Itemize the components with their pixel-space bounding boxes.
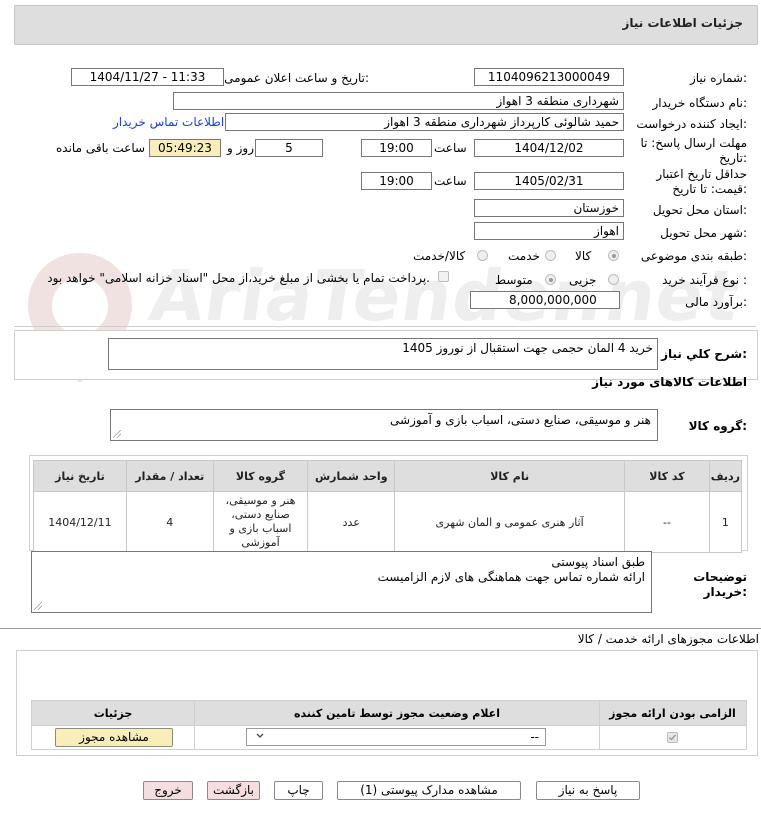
row-index: 1 [708, 491, 743, 553]
permit-status-value: -- [530, 730, 539, 744]
header-bar: جزئیات اطلاعات نیاز [14, 5, 758, 45]
goods-table: ردیف کد کالا نام کالا واحد شمارش گروه کا… [33, 460, 743, 553]
table-row[interactable]: 1 -- آثار هنری عمومی و المان شهری عدد هن… [33, 491, 743, 553]
treasury-payment-note: پرداخت تمام یا بخشی از مبلغ خرید،از محل … [47, 271, 430, 285]
category-radio-goods[interactable] [608, 250, 619, 261]
row-code: -- [624, 491, 710, 553]
purchase-radio-medium[interactable] [545, 274, 556, 285]
permits-section-title: اطلاعات مجوزهای ارائه خدمت / کالا [577, 632, 759, 646]
deadline-time-label: ساعت [434, 141, 467, 155]
goods-group-label: گروه کالا: [688, 419, 747, 433]
section-divider [14, 326, 756, 327]
creator-field[interactable]: حمید شالوئی کارپرداز شهرداری منطقه 3 اهو… [225, 113, 624, 131]
buyer-notes-line-2: ارائه شماره تماس جهت هماهنگی های لازم ال… [377, 570, 645, 584]
buyer-org-label: نام دستگاه خریدار: [652, 96, 748, 110]
reply-button[interactable]: پاسخ به نیاز [536, 781, 640, 800]
deadline-label: مهلت ارسال پاسخ: تا [640, 136, 747, 150]
print-button[interactable]: چاپ [274, 781, 323, 800]
col-date: تاریخ نیاز [33, 460, 127, 492]
description-label: شرح کلي نياز: [661, 347, 747, 361]
col-qty: تعداد / مقدار [125, 460, 214, 492]
resize-handle-icon[interactable] [113, 430, 121, 438]
permits-col-details: جزئیات [93, 707, 133, 720]
buyer-notes-field[interactable]: طبق اسناد پیوستی ارائه شماره تماس جهت هم… [31, 551, 652, 613]
resize-handle-icon[interactable] [34, 602, 42, 610]
permit-status-select[interactable]: -- [246, 728, 546, 746]
remaining-time-field: 05:49:23 [149, 139, 221, 157]
validity-date-field[interactable]: 1405/02/31 [474, 172, 624, 190]
days-field[interactable]: 5 [255, 139, 323, 157]
chevron-down-icon [255, 729, 265, 747]
view-attachments-button[interactable]: مشاهده مدارک پیوستی (1) [337, 781, 521, 800]
city-field[interactable]: اهواز [474, 222, 624, 240]
contact-info-link[interactable]: اطلاعات تماس خریدار [113, 115, 224, 129]
row-group: هنر و موسیقی، صنایع دستی، اسباب بازی و آ… [212, 491, 309, 553]
creator-label: ایجاد کننده درخواست: [636, 117, 747, 131]
validity-time-label: ساعت [434, 174, 467, 188]
description-field[interactable]: خرید 4 المان حجمی جهت استقبال از نوروز 1… [108, 338, 658, 370]
need-number-field[interactable]: 1104096213000049 [474, 68, 624, 86]
buyer-notes-line-1: طبق اسناد پیوستی [551, 555, 645, 569]
permits-divider [0, 628, 761, 629]
deadline-time-field[interactable]: 19:00 [361, 139, 432, 157]
purchase-radio-minor[interactable] [608, 274, 619, 285]
row-unit: عدد [307, 491, 396, 553]
permits-col-required: الزامی بودن ارائه مجوز [609, 707, 736, 720]
row-date: 1404/12/11 [33, 491, 127, 553]
purchase-option-minor: جزیی [569, 273, 597, 287]
validity-time-field[interactable]: 19:00 [361, 172, 432, 190]
category-option-service: خدمت [508, 249, 540, 263]
category-option-both: کالا/خدمت [413, 249, 466, 263]
col-group: گروه کالا [212, 460, 309, 492]
buyer-org-field[interactable]: شهرداری منطقه 3 اهواز [173, 92, 624, 110]
announce-label: تاریخ و ساعت اعلان عمومی: [224, 71, 369, 85]
validity-label-2: قیمت: تا تاریخ: [672, 182, 747, 196]
buyer-notes-label-2: خریدار: [703, 585, 747, 599]
estimate-label: برآورد مالی: [685, 295, 747, 309]
city-label: شهر محل تحویل: [660, 226, 747, 240]
remaining-label: ساعت باقی مانده [56, 141, 146, 155]
purchase-type-label: نوع فرآیند خرید : [662, 273, 747, 287]
deadline-date-field[interactable]: 1404/12/02 [474, 139, 624, 157]
treasury-payment-checkbox[interactable] [438, 271, 449, 282]
check-icon [669, 734, 677, 741]
category-option-goods: کالا [575, 249, 592, 263]
row-qty: 4 [125, 491, 214, 553]
col-unit: واحد شمارش [307, 460, 396, 492]
permits-col-status: اعلام وضعیت مجوز توسط تامین کننده [294, 707, 500, 720]
col-index: ردیف [708, 460, 743, 492]
col-name: نام کالا [394, 460, 626, 492]
page-title: جزئیات اطلاعات نیاز [622, 16, 743, 30]
exit-button[interactable]: خروج [143, 781, 193, 800]
estimate-field[interactable]: 8,000,000,000 [470, 291, 620, 309]
need-number-label: شماره نیاز: [689, 71, 747, 85]
view-permit-button[interactable]: مشاهده مجوز [55, 728, 173, 747]
row-divider [32, 725, 746, 726]
category-radio-service[interactable] [545, 250, 556, 261]
days-label: روز و [227, 141, 254, 155]
category-label: طبقه بندی موضوعی: [640, 249, 747, 263]
watermark-text: AriaTender.net [144, 255, 745, 337]
category-radio-both[interactable] [477, 250, 488, 261]
row-name: آثار هنری عمومی و المان شهری [394, 491, 626, 553]
announce-date-field[interactable]: 1404/11/27 - 11:33 [71, 68, 224, 86]
col-code: کد کالا [624, 460, 710, 492]
permits-table: الزامی بودن ارائه مجوز اعلام وضعیت مجوز … [31, 700, 747, 750]
permit-required-checkbox [667, 732, 678, 743]
buyer-notes-label: توضیحات [693, 570, 747, 584]
goods-group-field[interactable]: هنر و موسیقی، صنایع دستی، اسباب بازی و آ… [110, 409, 658, 441]
purchase-option-medium: متوسط [495, 273, 533, 287]
goods-group-value: هنر و موسیقی، صنایع دستی، اسباب بازی و آ… [390, 413, 651, 427]
goods-section-title: اطلاعات کالاهای مورد نیاز [592, 375, 747, 389]
back-button[interactable]: بازگشت [207, 781, 260, 800]
validity-label: حداقل تاریخ اعتبار [656, 167, 747, 181]
deadline-label-2: تاریخ: [719, 151, 747, 165]
province-label: استان محل تحویل: [652, 203, 747, 217]
province-field[interactable]: خوزستان [474, 199, 624, 217]
